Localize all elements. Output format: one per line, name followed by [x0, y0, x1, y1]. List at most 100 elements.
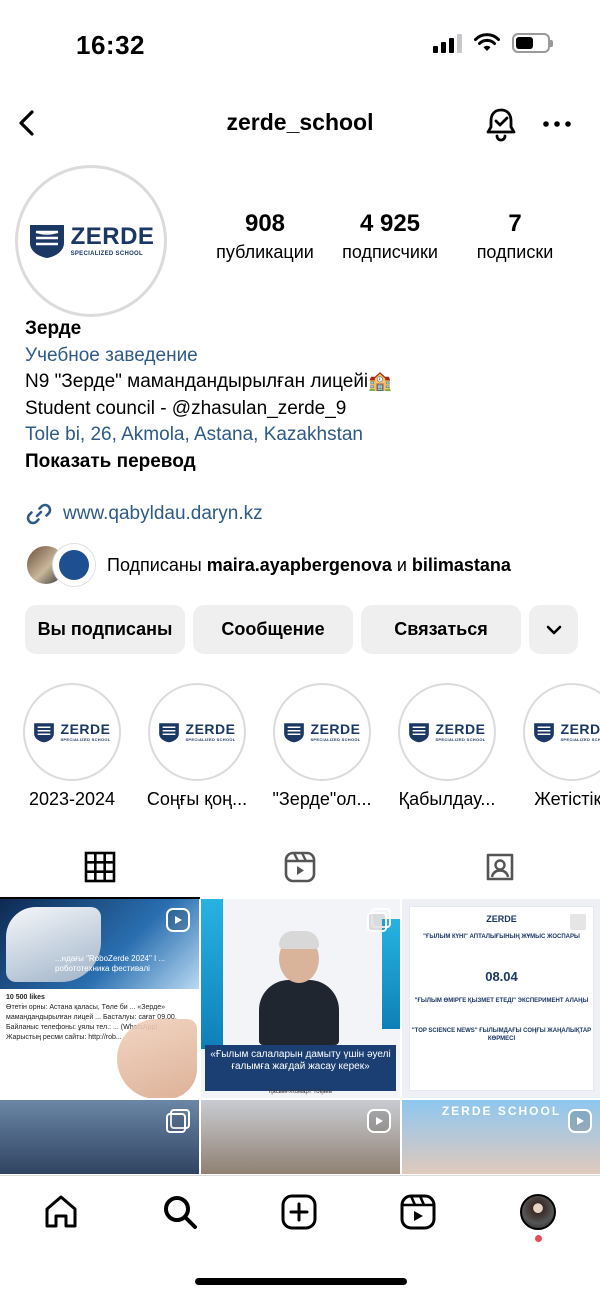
link-chain-icon: [26, 503, 52, 525]
chevron-down-icon: [546, 625, 561, 634]
highlight-cover: ZERDESPECIALIZED SCHOOL: [23, 683, 121, 781]
reels-icon: [400, 1194, 436, 1230]
posts-grid: ...ндағы "RoboZerde 2024" I ... робототе…: [0, 899, 600, 1174]
profile-bio: Зерде Учебное заведение N9 "Зерде" маман…: [25, 316, 585, 475]
notifications-bell-icon[interactable]: [480, 103, 522, 145]
profile-stats: 908 публикации 4 925 подписчики 7 подпис…: [205, 210, 575, 263]
highlight-item[interactable]: ZERDESPECIALIZED SCHOOL Жетістікт: [520, 683, 600, 810]
tagged-user-icon: [486, 853, 514, 881]
following-button[interactable]: Вы подписаны: [25, 605, 185, 654]
home-icon: [45, 1195, 77, 1228]
shield-logo-icon: [534, 722, 555, 742]
highlight-item[interactable]: ZERDE SPECIALIZED SCHOOL 2023-2024: [20, 683, 124, 810]
profile-address[interactable]: Tole bi, 26, Akmola, Astana, Kazakhstan: [25, 422, 585, 449]
post-thumbnail[interactable]: [0, 1100, 199, 1174]
flag-image: [201, 899, 223, 1049]
status-time: 16:32: [76, 30, 145, 60]
followed-by-text: Подписаны maira.ayapbergenovа и bilimast…: [107, 554, 511, 575]
post-thumbnail[interactable]: [201, 1100, 400, 1174]
tab-home[interactable]: [42, 1193, 82, 1233]
highlight-label: Қабылдау...: [398, 789, 496, 809]
highlight-cover: ZERDESPECIALIZED SCHOOL: [273, 683, 371, 781]
reel-indicator-icon: [568, 1109, 592, 1133]
highlight-cover: ZERDESPECIALIZED SCHOOL: [523, 683, 600, 781]
avatar-image: ZERDE SPECIALIZED SCHOOL: [22, 172, 160, 310]
stat-following[interactable]: 7 подписки: [455, 210, 575, 263]
highlight-item[interactable]: ZERDE SPECIALIZED SCHOOL Соңғы қоң...: [145, 683, 249, 810]
grid-icon: [84, 851, 116, 883]
tab-tagged[interactable]: [400, 838, 600, 898]
post-quote: «Ғылым салаларын дамыту үшін әуелі ғалым…: [205, 1045, 396, 1091]
highlight-cover: ZERDESPECIALIZED SCHOOL: [148, 683, 246, 781]
logo-subtitle: SPECIALIZED SCHOOL: [70, 251, 143, 257]
highlight-label: 2023-2024: [28, 789, 116, 809]
shield-logo-icon: [159, 722, 180, 742]
carousel-indicator-icon: [367, 908, 391, 932]
shield-logo-icon: [409, 722, 430, 742]
highlight-label: "Зерде"ол...: [272, 789, 372, 809]
tab-reels[interactable]: [399, 1193, 439, 1233]
stat-label: подписчики: [342, 242, 438, 262]
tab-search[interactable]: [161, 1193, 201, 1233]
flag-image: [382, 919, 400, 1029]
status-icons: [433, 33, 553, 53]
bio-line: Student council - @zhasulan_zerde_9: [25, 397, 347, 419]
logo-wordmark: ZERDE: [70, 223, 155, 250]
stat-followers[interactable]: 4 925 подписчики: [330, 210, 450, 263]
tab-posts-grid[interactable]: [0, 838, 200, 899]
reel-indicator-icon: [367, 1109, 391, 1133]
profile-avatar[interactable]: ZERDE SPECIALIZED SCHOOL: [15, 165, 167, 317]
stat-label: публикации: [216, 242, 314, 262]
stat-posts[interactable]: 908 публикации: [205, 210, 325, 263]
followed-by[interactable]: Подписаны maira.ayapbergenovа и bilimast…: [25, 544, 511, 586]
add-post-icon: [281, 1194, 317, 1230]
website-link[interactable]: www.qabyldau.daryn.kz: [25, 500, 263, 528]
bottom-tab-bar: [0, 1175, 600, 1255]
wifi-icon: [474, 33, 500, 51]
post-thumbnail[interactable]: ZERDE "ҒЫЛЫМ КҮНІ" АПТАЛЫҒЫНЫҢ ЖҰМЫС ЖОС…: [402, 899, 600, 1098]
tab-create[interactable]: [280, 1193, 320, 1233]
highlight-item[interactable]: ZERDE SPECIALIZED SCHOOL Қабылдау...: [395, 683, 499, 810]
schedule-date: 08.04: [485, 969, 518, 984]
post-image-hand: [117, 1019, 197, 1098]
stat-label: подписки: [476, 242, 554, 262]
post-caption: ...ндағы "RoboZerde 2024" I ... робототе…: [55, 954, 166, 973]
post-thumbnail[interactable]: ...ндағы "RoboZerde 2024" I ... робототе…: [0, 899, 199, 1098]
website-url: www.qabyldau.daryn.kz: [63, 503, 263, 524]
post-signature: Қасым-Жомарт Тоқаев: [268, 1089, 333, 1095]
tab-profile-avatar[interactable]: [520, 1194, 556, 1230]
tab-reels[interactable]: [200, 838, 400, 898]
post-thumbnail[interactable]: ZERDE SCHOOL: [402, 1100, 600, 1174]
post-thumbnail[interactable]: «Ғылым салаларын дамыту үшін әуелі ғалым…: [201, 899, 400, 1098]
shield-logo-icon: [284, 722, 305, 742]
show-translation-link[interactable]: Показать перевод: [25, 449, 585, 476]
highlight-cover: ZERDESPECIALIZED SCHOOL: [398, 683, 496, 781]
zerde-logo: ZERDE SPECIALIZED SCHOOL: [28, 223, 155, 259]
reel-indicator-icon: [166, 908, 190, 932]
reels-icon: [284, 851, 316, 883]
highlight-item[interactable]: ZERDE SPECIALIZED SCHOOL "Зерде"ол...: [270, 683, 374, 810]
bio-line: N9 "Зерде" мамандандырылған лицейі🏫: [25, 371, 392, 392]
top-nav: zerde_school: [0, 95, 600, 155]
highlight-label: Соңғы қоң...: [146, 789, 248, 809]
message-button[interactable]: Сообщение: [193, 605, 353, 654]
content-tabs: [0, 838, 600, 899]
schedule-card: ZERDE "ҒЫЛЫМ КҮНІ" АПТАЛЫҒЫНЫҢ ЖҰМЫС ЖОС…: [410, 907, 593, 1090]
search-icon: [164, 1196, 197, 1229]
status-bar: 16:32: [0, 0, 600, 90]
post-image-speaker: [259, 931, 339, 1045]
more-options-icon[interactable]: [540, 107, 574, 141]
suggested-accounts-button[interactable]: [529, 605, 578, 654]
shield-logo-icon: [29, 225, 64, 258]
profile-category[interactable]: Учебное заведение: [25, 343, 585, 370]
battery-icon: [512, 33, 553, 53]
highlight-label: Жетістікт: [534, 789, 600, 809]
notification-dot: [535, 1235, 542, 1242]
contact-button[interactable]: Связаться: [361, 605, 521, 654]
profile-display-name: Зерде: [25, 318, 82, 339]
story-highlights: ZERDE SPECIALIZED SCHOOL 2023-2024 ZERDE S…: [20, 683, 600, 813]
stat-value: 4 925: [359, 210, 421, 237]
carousel-indicator-icon: [568, 908, 592, 932]
stat-value: 908: [244, 210, 286, 237]
profile-actions: Вы подписаны Сообщение Связаться: [25, 605, 578, 654]
